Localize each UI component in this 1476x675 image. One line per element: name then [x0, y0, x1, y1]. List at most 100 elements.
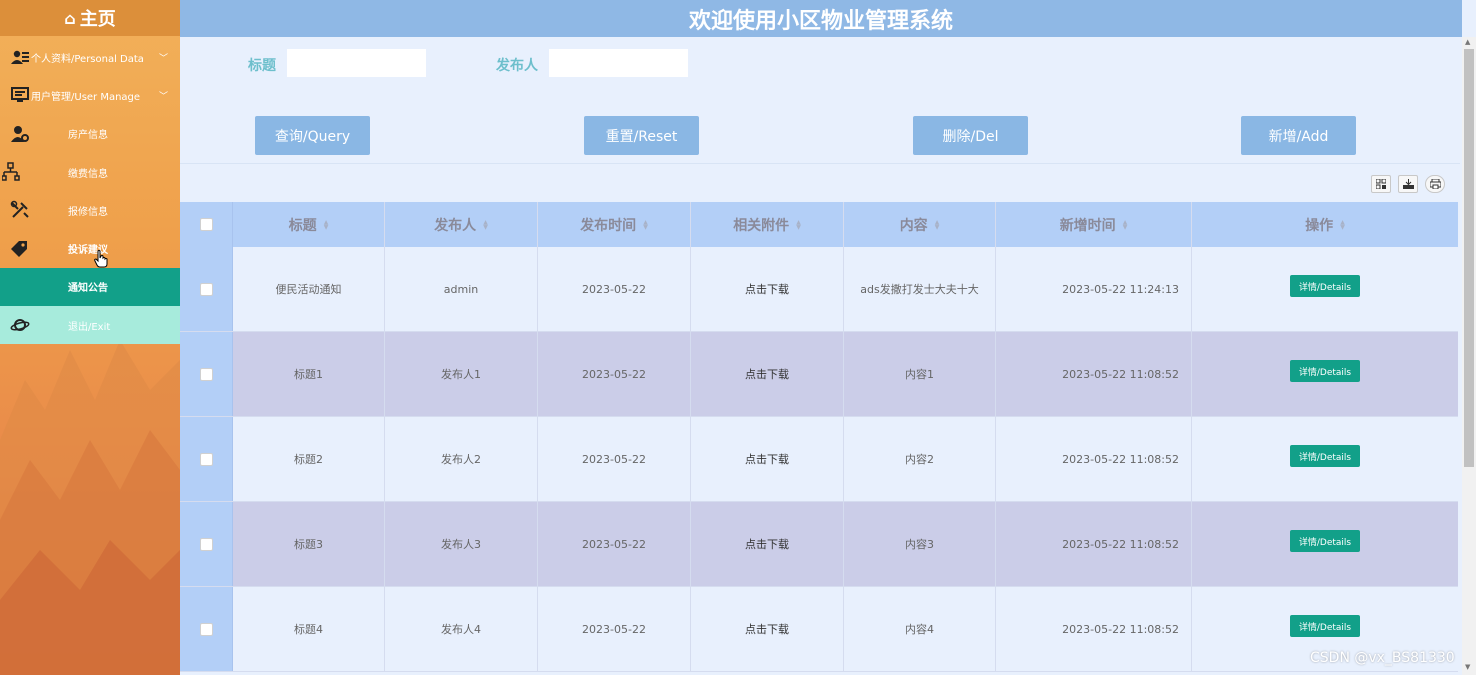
- sidebar-item-complaints[interactable]: 投诉建议: [0, 229, 180, 267]
- notices-table: 标题 ▲ ▼ 发布人 ▲ ▼ 发布时间 ▲ ▼ 相关附件 ▲ ▼ 内容 ▲ ▼ 新增时间 ▲ ▼ 操作 ▲…: [180, 202, 1458, 672]
- download-link[interactable]: 点击下载: [691, 332, 844, 416]
- cell-created: 2023-05-22 11:24:13: [996, 247, 1192, 331]
- reset-button[interactable]: 重置/Reset: [584, 116, 699, 155]
- column-header-content[interactable]: 内容 ▲ ▼: [844, 202, 996, 247]
- cell-actions: 详情/Details: [1192, 247, 1458, 331]
- download-link[interactable]: 点击下载: [691, 587, 844, 671]
- select-all-cell: [180, 202, 233, 247]
- sidebar-item-notices[interactable]: 通知公告: [0, 267, 180, 307]
- cell-actions: 详情/Details: [1192, 417, 1458, 501]
- sort-icon: ▲ ▼: [483, 218, 488, 231]
- details-button[interactable]: 详情/Details: [1289, 445, 1361, 467]
- sidebar-item-label: 缴费信息: [68, 168, 108, 180]
- cell-publish-date: 2023-05-22: [538, 332, 691, 416]
- cell-publish-date: 2023-05-22: [538, 502, 691, 586]
- column-header-attachment[interactable]: 相关附件 ▲ ▼: [691, 202, 844, 247]
- sort-icon: ▲ ▼: [796, 218, 801, 231]
- sidebar-item-label: 个人资料/Personal Data: [31, 53, 144, 65]
- sidebar-item-user-manage[interactable]: 用户管理/User Manage ﹀: [0, 76, 180, 114]
- chevron-down-icon: ﹀: [158, 91, 168, 102]
- add-button[interactable]: 新增/Add: [1241, 116, 1356, 155]
- page-title: 欢迎使用小区物业管理系统: [688, 8, 953, 34]
- scroll-down-icon[interactable]: ▼: [1465, 663, 1470, 671]
- select-all-checkbox[interactable]: [199, 218, 213, 231]
- vertical-scrollbar[interactable]: ▲ ▼: [1462, 37, 1476, 675]
- sidebar-item-label: 房产信息: [68, 130, 108, 142]
- column-header-label: 发布人: [434, 217, 477, 234]
- sort-icon: ▲ ▼: [643, 218, 648, 231]
- column-header-label: 标题: [288, 217, 317, 234]
- download-link[interactable]: 点击下载: [691, 502, 844, 586]
- sort-icon: ▲ ▼: [934, 218, 940, 231]
- sidebar-item-exit[interactable]: 退出/Exit: [0, 306, 180, 345]
- cell-publisher: 发布人3: [385, 502, 538, 586]
- details-button[interactable]: 详情/Details: [1289, 530, 1361, 552]
- tags-icon: [9, 238, 31, 260]
- sidebar-item-repair-info[interactable]: 报修信息: [0, 191, 180, 229]
- sidebar-item-personal-data[interactable]: 个人资料/Personal Data ﹀: [0, 38, 180, 76]
- table-row: 便民活动通知 admin 2023-05-22 点击下载 ads发撒打发士大夫十…: [180, 247, 1458, 332]
- cell-actions: 详情/Details: [1192, 332, 1458, 416]
- cell-content: 内容3: [844, 502, 996, 586]
- cell-title: 便民活动通知: [233, 247, 385, 331]
- column-header-publisher[interactable]: 发布人 ▲ ▼: [385, 202, 538, 247]
- column-header-label: 相关附件: [733, 217, 790, 234]
- sidebar-item-payment-info[interactable]: 缴费信息: [0, 153, 180, 191]
- cell-publish-date: 2023-05-22: [538, 417, 691, 501]
- details-button[interactable]: 详情/Details: [1289, 615, 1361, 637]
- sidebar-item-property-info[interactable]: 房产信息: [0, 115, 180, 153]
- home-link[interactable]: ⌂ 主页: [0, 0, 180, 36]
- delete-button[interactable]: 删除/Del: [913, 116, 1028, 155]
- row-checkbox[interactable]: [199, 537, 213, 551]
- cell-title: 标题4: [233, 587, 385, 671]
- sidebar-item-label: 退出/Exit: [68, 321, 111, 333]
- download-link[interactable]: 点击下载: [691, 247, 844, 331]
- divider: [180, 163, 1460, 164]
- query-button[interactable]: 查询/Query: [255, 116, 370, 155]
- row-checkbox[interactable]: [199, 282, 213, 296]
- watermark: CSDN @vx_BS81330: [1310, 650, 1455, 666]
- cell-publisher: 发布人2: [385, 417, 538, 501]
- title-filter-input[interactable]: [287, 49, 426, 77]
- sidebar-item-label: 通知公告: [68, 283, 108, 295]
- table-header-row: 标题 ▲ ▼ 发布人 ▲ ▼ 发布时间 ▲ ▼ 相关附件 ▲ ▼ 内容 ▲ ▼ 新增时间 ▲ ▼ 操作 ▲…: [180, 202, 1458, 247]
- sidebar-menu: 个人资料/Personal Data ﹀ 用户管理/User Manage ﹀ …: [0, 38, 180, 345]
- column-header-label: 操作: [1305, 217, 1334, 234]
- cell-created: 2023-05-22 11:08:52: [996, 417, 1192, 501]
- table-row: 标题1 发布人1 2023-05-22 点击下载 内容1 2023-05-22 …: [180, 332, 1458, 417]
- cell-content: 内容1: [844, 332, 996, 416]
- sidebar-item-label: 用户管理/User Manage: [31, 91, 141, 103]
- row-checkbox[interactable]: [199, 452, 213, 466]
- scrollbar-thumb[interactable]: [1464, 49, 1474, 467]
- details-button[interactable]: 详情/Details: [1289, 275, 1361, 297]
- cell-title: 标题3: [233, 502, 385, 586]
- print-icon[interactable]: [1425, 175, 1445, 193]
- scroll-up-icon[interactable]: ▲: [1465, 38, 1470, 46]
- row-select-cell: [180, 417, 233, 501]
- chevron-down-icon: ﹀: [158, 53, 168, 64]
- column-header-created[interactable]: 新增时间 ▲ ▼: [996, 202, 1192, 247]
- row-select-cell: [180, 502, 233, 586]
- download-link[interactable]: 点击下载: [691, 417, 844, 501]
- column-header-title[interactable]: 标题 ▲ ▼: [233, 202, 385, 247]
- sidebar-mountain-decoration: [0, 340, 180, 675]
- publisher-filter-input[interactable]: [549, 49, 688, 77]
- column-header-label: 新增时间: [1059, 217, 1116, 234]
- column-header-actions[interactable]: 操作 ▲ ▼: [1192, 202, 1458, 247]
- page-header: 欢迎使用小区物业管理系统: [180, 0, 1462, 37]
- column-toggle-icon[interactable]: [1371, 175, 1391, 193]
- sort-icon: ▲ ▼: [1122, 218, 1128, 231]
- column-header-publish-date[interactable]: 发布时间 ▲ ▼: [538, 202, 691, 247]
- details-button[interactable]: 详情/Details: [1289, 360, 1361, 382]
- cell-actions: 详情/Details: [1192, 502, 1458, 586]
- row-checkbox[interactable]: [199, 367, 213, 381]
- cell-publisher: 发布人1: [385, 332, 538, 416]
- table-row: 标题2 发布人2 2023-05-22 点击下载 内容2 2023-05-22 …: [180, 417, 1458, 502]
- row-select-cell: [180, 587, 233, 671]
- export-icon[interactable]: [1398, 175, 1418, 193]
- sort-icon: ▲ ▼: [1340, 218, 1345, 231]
- sitemap-icon: [0, 161, 22, 183]
- cell-publisher: admin: [385, 247, 538, 331]
- column-header-label: 内容: [899, 217, 928, 234]
- row-checkbox[interactable]: [199, 622, 213, 636]
